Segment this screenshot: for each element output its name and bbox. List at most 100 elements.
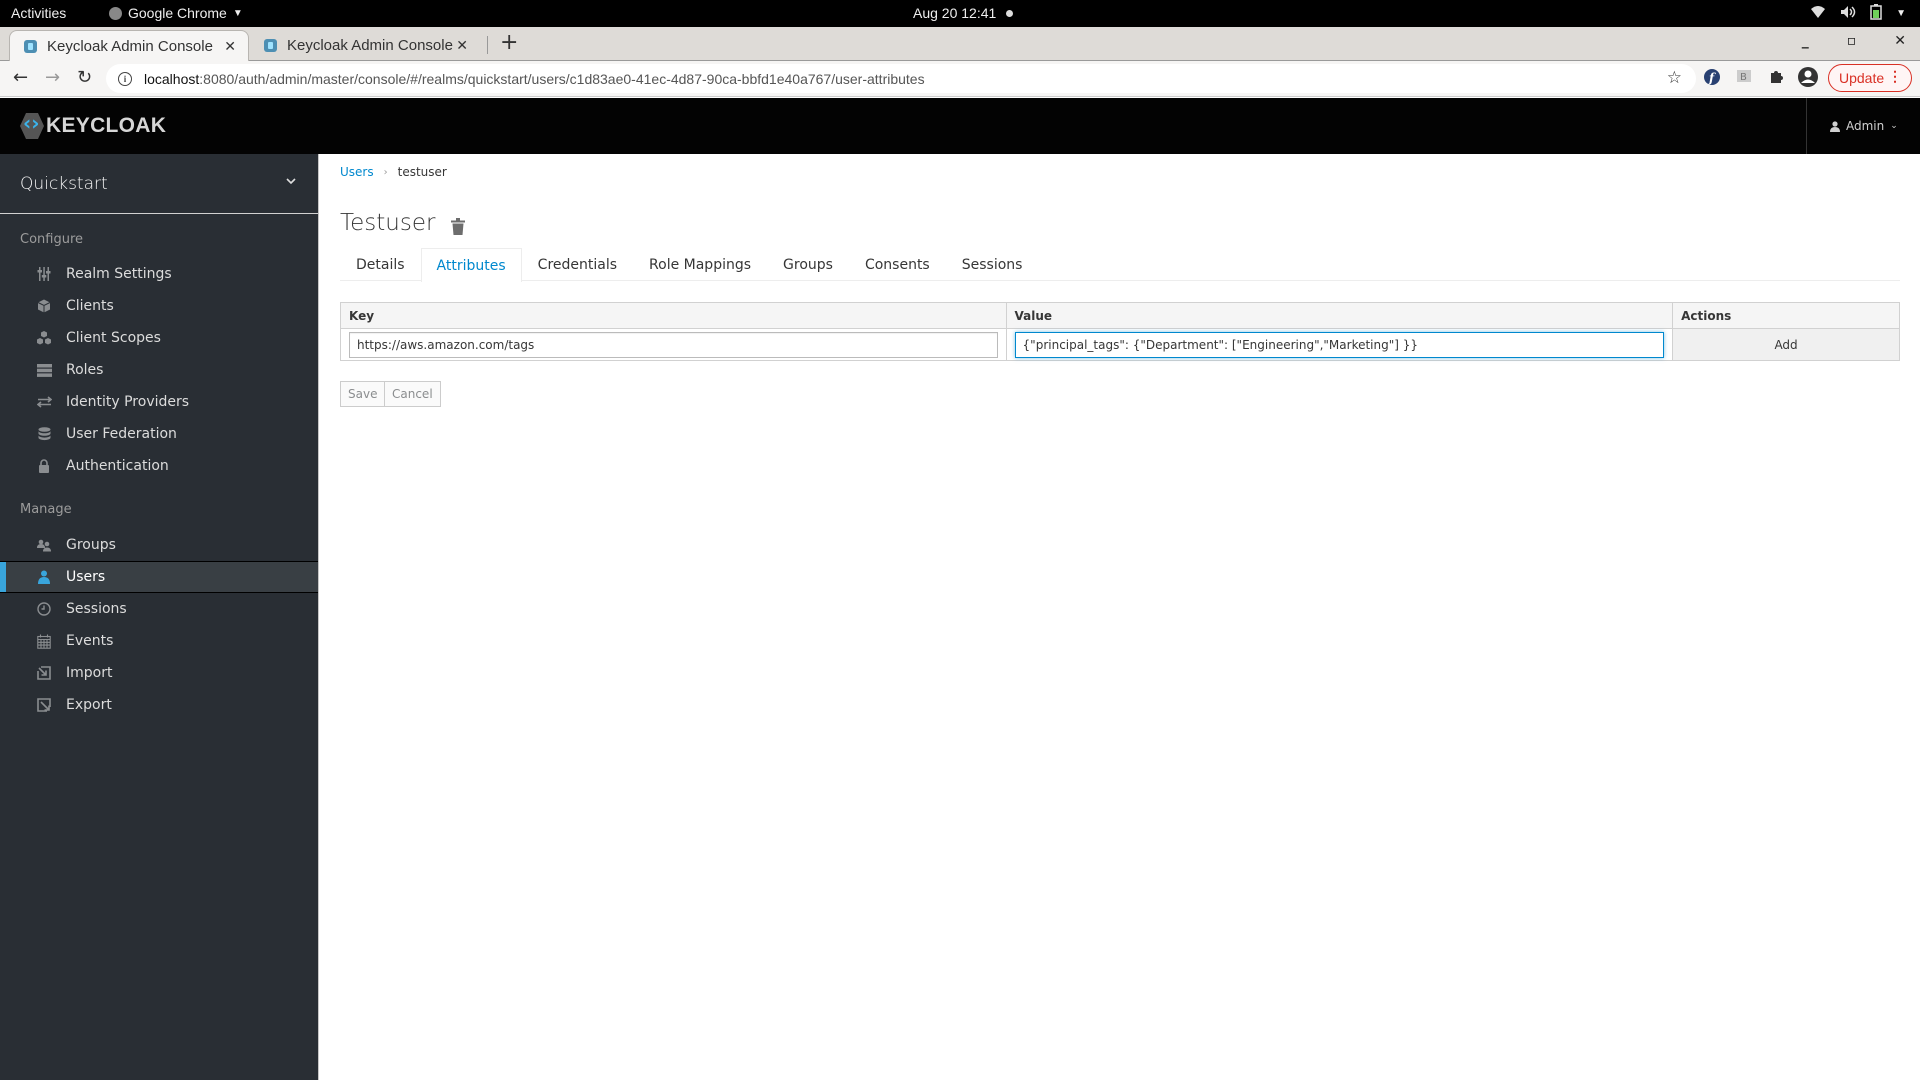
sidebar-item-users[interactable]: Users <box>0 561 318 593</box>
extensions-puzzle-icon[interactable] <box>1768 68 1784 88</box>
nav-label: Identity Providers <box>66 394 190 410</box>
app-header: KEYCLOAK Admin ⌄ <box>0 98 1920 154</box>
trash-icon[interactable] <box>451 215 466 235</box>
site-info-icon[interactable]: i <box>118 71 132 86</box>
sidebar-item-export[interactable]: Export <box>0 689 318 721</box>
tab-title: Keycloak Admin Console <box>47 37 213 55</box>
bookmark-star-icon[interactable]: ☆ <box>1667 68 1682 88</box>
tab-title: Keycloak Admin Console <box>287 37 453 54</box>
nav-label: Groups <box>66 537 116 553</box>
save-button[interactable]: Save <box>340 381 386 407</box>
keycloak-favicon-icon <box>24 39 37 53</box>
attribute-key-input[interactable] <box>349 331 998 358</box>
sidebar-item-client-scopes[interactable]: Client Scopes <box>0 322 318 354</box>
notification-dot-icon <box>1006 9 1014 17</box>
activities-button[interactable]: Activities <box>11 5 66 21</box>
nav-label: Export <box>66 697 112 713</box>
tab-groups[interactable]: Groups <box>767 248 849 281</box>
reload-icon[interactable]: ↻ <box>77 67 92 88</box>
tab-role-mappings[interactable]: Role Mappings <box>633 248 767 281</box>
nav-label: Clients <box>66 298 114 314</box>
tab-separator <box>487 36 488 54</box>
browser-toolbar: ← → ↻ i localhost :8080/auth/admin/maste… <box>0 61 1920 97</box>
sidebar-item-import[interactable]: Import <box>0 657 318 689</box>
profile-avatar-icon[interactable] <box>1797 66 1819 92</box>
sidebar-item-identity-providers[interactable]: Identity Providers <box>0 386 318 418</box>
system-tray[interactable]: ▼ <box>1810 4 1906 23</box>
volume-icon <box>1840 5 1856 22</box>
app-name: Google Chrome <box>128 5 227 21</box>
window-controls: _ ▫ ✕ <box>1802 33 1906 49</box>
fedora-extension-icon[interactable]: f <box>1703 68 1721 90</box>
more-vert-icon: ⋮ <box>1888 68 1902 84</box>
key-cell <box>340 328 1007 361</box>
new-tab-button[interactable]: + <box>500 30 518 55</box>
user-menu[interactable]: Admin ⌄ <box>1830 119 1898 133</box>
attributes-table: Key Value Actions Add <box>340 302 1900 361</box>
tab-details[interactable]: Details <box>340 248 421 281</box>
user-menu-label: Admin <box>1846 119 1885 133</box>
nav-label: Authentication <box>66 458 169 474</box>
sidebar-item-clients[interactable]: Clients <box>0 290 318 322</box>
caret-down-icon: ▼ <box>232 7 243 19</box>
import-icon <box>36 665 52 681</box>
back-icon[interactable]: ← <box>13 67 28 88</box>
sidebar: Quickstart Configure Realm Settings Clie… <box>0 154 319 1080</box>
breadcrumb-users-link[interactable]: Users <box>340 165 374 179</box>
app-menu[interactable]: Google Chrome ▼ <box>109 5 243 21</box>
reader-extension-icon[interactable]: B <box>1736 68 1752 88</box>
sidebar-item-roles[interactable]: Roles <box>0 354 318 386</box>
tab-sessions[interactable]: Sessions <box>946 248 1039 281</box>
maximize-icon[interactable]: ▫ <box>1847 33 1857 49</box>
breadcrumb-current: testuser <box>397 165 447 179</box>
clock-icon <box>36 601 52 617</box>
battery-icon <box>1870 4 1882 23</box>
chrome-icon <box>109 6 122 20</box>
minimize-icon[interactable]: _ <box>1802 33 1809 49</box>
table-row: Add <box>340 328 1900 361</box>
header-divider <box>1806 98 1807 154</box>
add-attribute-button[interactable]: Add <box>1672 328 1900 361</box>
browser-tab[interactable]: Keycloak Admin Console ✕ <box>250 30 480 61</box>
keycloak-favicon-icon <box>264 39 277 52</box>
update-button[interactable]: Update ⋮ <box>1828 64 1912 92</box>
user-icon <box>1830 120 1840 132</box>
section-label-manage: Manage <box>20 502 72 517</box>
sidebar-item-authentication[interactable]: Authentication <box>0 450 318 482</box>
clock[interactable]: Aug 20 12:41 <box>913 5 1014 21</box>
nav-label: User Federation <box>66 426 177 442</box>
sidebar-item-events[interactable]: Events <box>0 625 318 657</box>
sidebar-item-sessions[interactable]: Sessions <box>0 593 318 625</box>
browser-tabstrip: Keycloak Admin Console ✕ Keycloak Admin … <box>0 27 1920 61</box>
tab-attributes[interactable]: Attributes <box>420 248 522 282</box>
nav-label: Realm Settings <box>66 266 172 282</box>
tab-credentials[interactable]: Credentials <box>522 248 633 281</box>
forward-icon[interactable]: → <box>45 67 60 88</box>
attribute-value-input[interactable] <box>1014 331 1665 358</box>
breadcrumb: Users › testuser <box>340 165 447 179</box>
column-header-key: Key <box>340 302 1007 329</box>
close-window-icon[interactable]: ✕ <box>1894 33 1906 49</box>
page-title: Testuser <box>340 210 436 236</box>
value-cell <box>1005 328 1674 361</box>
sidebar-item-user-federation[interactable]: User Federation <box>0 418 318 450</box>
lock-icon <box>36 458 52 474</box>
section-label-configure: Configure <box>20 232 84 247</box>
update-label: Update <box>1839 70 1885 86</box>
keycloak-logo[interactable]: KEYCLOAK <box>20 113 166 139</box>
users-icon <box>36 537 52 553</box>
sidebar-item-realm-settings[interactable]: Realm Settings <box>0 258 318 290</box>
realm-name: Quickstart <box>20 173 108 194</box>
close-tab-icon[interactable]: ✕ <box>224 38 236 55</box>
database-icon <box>36 426 52 442</box>
nav-label: Sessions <box>66 601 127 617</box>
browser-tab-active[interactable]: Keycloak Admin Console ✕ <box>9 30 249 61</box>
sidebar-item-groups[interactable]: Groups <box>0 529 318 561</box>
tab-consents[interactable]: Consents <box>849 248 946 281</box>
realm-selector[interactable]: Quickstart <box>0 154 318 214</box>
close-tab-icon[interactable]: ✕ <box>456 37 468 54</box>
address-bar[interactable]: i localhost :8080/auth/admin/master/cons… <box>106 64 1696 93</box>
calendar-icon <box>36 633 52 649</box>
chevron-down-icon <box>286 174 296 188</box>
cancel-button[interactable]: Cancel <box>384 381 441 407</box>
